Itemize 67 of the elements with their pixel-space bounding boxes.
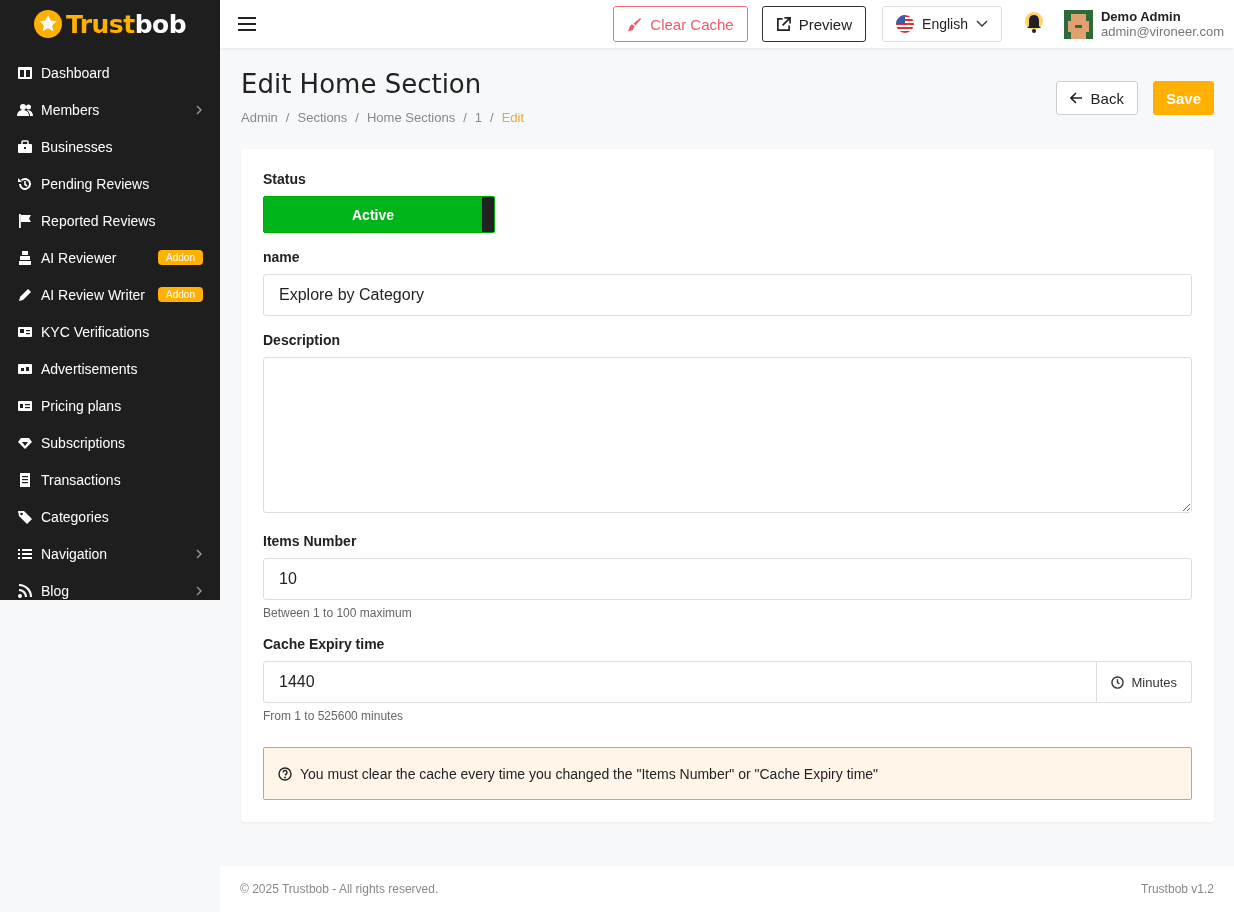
sidebar-item[interactable]: Subscriptions [0,424,220,461]
breadcrumb-separator: / [463,110,467,125]
menu-icon[interactable] [238,17,256,31]
sidebar-item[interactable]: Pending Reviews [0,165,220,202]
pencil-icon [17,286,33,303]
items-number-input[interactable]: 10 [263,558,1192,600]
dashboard-icon [17,64,33,81]
arrow-left-icon [1069,92,1083,104]
addon-badge: Addon [158,250,203,265]
field-label: Status [263,171,307,187]
sidebar-item[interactable]: Navigation [0,535,220,572]
breadcrumb-separator: / [490,110,494,125]
brush-icon [627,16,643,32]
sidebar-item[interactable]: AI Reviewer Addon [0,239,220,276]
sidebar-item[interactable]: Categories [0,498,220,535]
sidebar-item[interactable]: AI Review Writer Addon [0,276,220,313]
tag-icon [17,508,33,525]
sidebar-item[interactable]: Reported Reviews [0,202,220,239]
sidebar-item[interactable]: Dashboard [0,54,220,91]
version-text: Trustbob v1.2 [1141,882,1214,896]
sidebar-item[interactable]: Pricing plans [0,387,220,424]
language-dropdown[interactable]: English [882,6,1002,42]
flag-icon [896,15,915,33]
avatar-icon[interactable] [1063,9,1093,39]
sidebar-item[interactable]: Businesses [0,128,220,165]
sidebar-item[interactable]: Blog [0,572,220,600]
breadcrumb-separator: / [285,110,290,125]
field-hint: From 1 to 525600 minutes [263,709,405,723]
logo-text: Trustbob [65,9,187,39]
chevron-icon [195,548,203,559]
briefcase-icon [17,138,33,155]
chevron-icon [195,104,203,115]
field-label: Items Number [263,533,358,549]
preview-button[interactable]: Preview [761,6,867,42]
cache-expiry-input[interactable]: 1440 [263,661,1098,703]
breadcrumb-item[interactable]: Home Sections [367,110,456,125]
sidebar-item[interactable]: Transactions [0,461,220,498]
question-icon [278,766,292,781]
sidebar-item[interactable]: Members [0,91,220,128]
unit-addon: Minutes [1097,661,1192,703]
rss-icon [17,582,33,599]
field-label: Cache Expiry time [263,636,386,652]
addon-badge: Addon [158,287,203,302]
notice-text: You must clear the cache every time you changed the "Items Number" or "Cache Expiry time" [300,765,879,782]
sidebar-item[interactable]: Advertisements [0,350,220,387]
breadcrumb-item: Edit [501,110,525,125]
page-title: Edit Home Section [241,68,483,100]
field-label: name [263,249,301,265]
field-label: Description [263,332,341,348]
name-input[interactable]: Explore by Category [263,274,1192,316]
user-email: admin@vironeer.com [1100,24,1224,39]
external-link-icon [775,16,791,32]
back-button[interactable]: Back [1055,81,1138,115]
flag-icon [17,212,33,229]
history-icon [17,175,33,192]
receipt-icon [17,471,33,488]
building-icon [17,249,33,266]
sidebar-item[interactable]: KYC Verifications [0,313,220,350]
chevron-down-icon [975,20,988,28]
copyright-text: © 2025 Trustbob - All rights reserved. [240,882,439,896]
user-name: Demo Admin [1100,9,1182,24]
breadcrumb-separator: / [355,110,359,125]
users-icon [17,101,33,118]
star-logo-icon [33,10,62,38]
clock-icon [1111,675,1125,689]
chevron-icon [195,585,203,596]
field-hint: Between 1 to 100 maximum [263,606,413,620]
